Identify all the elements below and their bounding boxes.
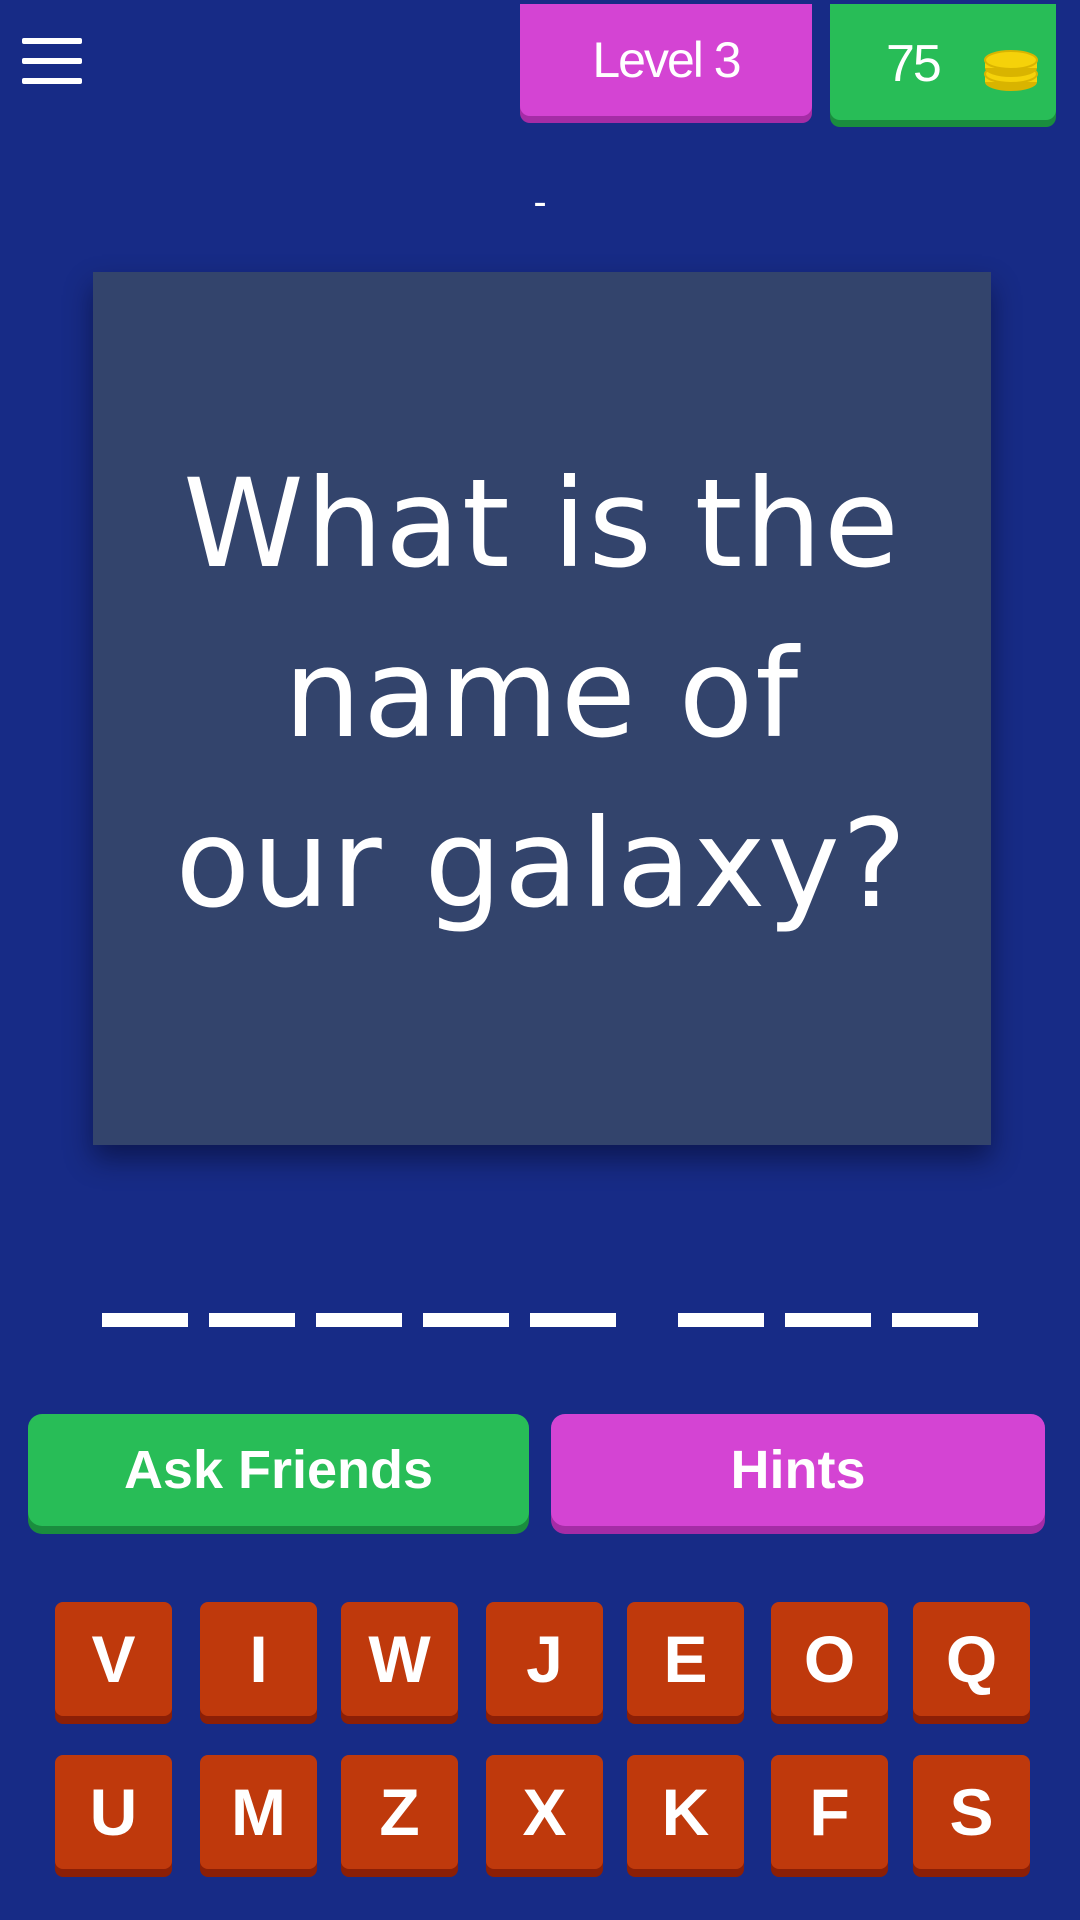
letter-key-z[interactable]: Z xyxy=(341,1755,458,1869)
answer-slot[interactable] xyxy=(102,1313,188,1327)
letter-key-e[interactable]: E xyxy=(627,1602,744,1716)
letter-key-s[interactable]: S xyxy=(913,1755,1030,1869)
game-screen: Level 3 75 - What is the name of our gal… xyxy=(0,0,1080,1920)
menu-bar xyxy=(22,58,82,64)
question-text: What is the name of our galaxy? xyxy=(175,452,909,935)
letter-key-k[interactable]: K xyxy=(627,1755,744,1869)
answer-slot[interactable] xyxy=(678,1313,764,1327)
subtitle: - xyxy=(533,180,547,224)
hints-button[interactable]: Hints xyxy=(551,1414,1045,1526)
menu-bar xyxy=(22,78,82,84)
letter-key-m[interactable]: M xyxy=(200,1755,317,1869)
letter-key-v[interactable]: V xyxy=(55,1602,172,1716)
answer-slot[interactable] xyxy=(892,1313,978,1327)
answer-slot[interactable] xyxy=(423,1313,509,1327)
letter-key-f[interactable]: F xyxy=(771,1755,888,1869)
ask-friends-button[interactable]: Ask Friends xyxy=(28,1414,529,1526)
letter-key-w[interactable]: W xyxy=(341,1602,458,1716)
answer-slot[interactable] xyxy=(316,1313,402,1327)
menu-bar xyxy=(22,38,82,44)
coin-stack-icon xyxy=(984,50,1038,91)
letter-key-x[interactable]: X xyxy=(486,1755,603,1869)
answer-slot[interactable] xyxy=(209,1313,295,1327)
answer-slot[interactable] xyxy=(530,1313,616,1327)
coin-count: 75 xyxy=(886,35,942,93)
answer-slot[interactable] xyxy=(785,1313,871,1327)
level-label: Level 3 xyxy=(592,32,741,88)
letter-key-i[interactable]: I xyxy=(200,1602,317,1716)
letter-key-u[interactable]: U xyxy=(55,1755,172,1869)
answer-slots xyxy=(0,1313,1080,1329)
coins-badge[interactable]: 75 xyxy=(830,4,1056,120)
menu-icon[interactable] xyxy=(22,36,84,90)
letter-key-o[interactable]: O xyxy=(771,1602,888,1716)
level-badge: Level 3 xyxy=(520,4,812,116)
letter-key-q[interactable]: Q xyxy=(913,1602,1030,1716)
letter-key-j[interactable]: J xyxy=(486,1602,603,1716)
question-card: What is the name of our galaxy? xyxy=(93,272,991,1145)
